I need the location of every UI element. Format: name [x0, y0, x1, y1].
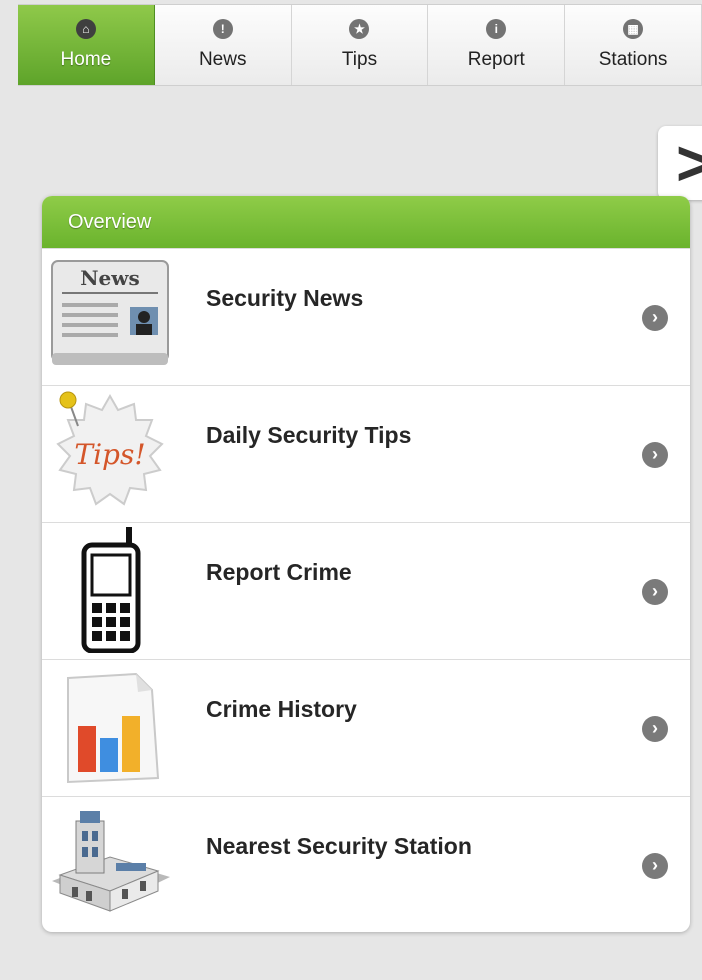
chevron-right-icon: › — [642, 305, 668, 331]
chevron-right-icon: › — [642, 853, 668, 879]
next-page-button[interactable]: > — [658, 126, 702, 200]
tab-home[interactable]: ⌂ Home — [18, 5, 155, 85]
home-icon: ⌂ — [75, 19, 96, 39]
tab-news[interactable]: ! News — [154, 5, 292, 85]
item-label: Nearest Security Station — [206, 833, 472, 859]
chevron-right-icon: › — [642, 716, 668, 742]
item-label: Daily Security Tips — [206, 422, 412, 448]
list-item-security-news[interactable]: News Security News › — [42, 248, 690, 385]
tab-label: News — [198, 49, 247, 70]
tips-badge-text: Tips! — [74, 438, 145, 471]
newspaper-icon: News — [46, 253, 174, 379]
info-icon: i — [486, 19, 507, 39]
item-label: Security News — [206, 285, 364, 311]
star-icon: ★ — [349, 19, 370, 39]
police-station-icon — [46, 801, 174, 927]
chevron-right-icon: > — [676, 127, 702, 199]
newspaper-title: News — [80, 266, 139, 290]
tab-label: Home — [60, 49, 112, 70]
overview-panel: Overview News Security News › Tips! Dail… — [42, 196, 690, 932]
top-navbar: ⌂ Home ! News ★ Tips i Report ▦ Stations — [18, 4, 702, 86]
item-label: Report Crime — [206, 559, 352, 585]
bar-chart-icon — [46, 664, 174, 790]
tab-label: Report — [467, 49, 525, 70]
chevron-right-icon: › — [642, 579, 668, 605]
tab-stations[interactable]: ▦ Stations — [565, 5, 702, 85]
overview-header: Overview — [42, 196, 690, 248]
tab-label: Tips — [341, 49, 378, 70]
item-label: Crime History — [206, 696, 357, 722]
list-item-report-crime[interactable]: Report Crime › — [42, 522, 690, 659]
grid-icon: ▦ — [623, 19, 644, 39]
alert-icon: ! — [212, 19, 233, 39]
tab-tips[interactable]: ★ Tips — [291, 5, 429, 85]
list-item-nearest-security-station[interactable]: Nearest Security Station › — [42, 796, 690, 932]
tab-label: Stations — [598, 49, 668, 70]
chevron-right-icon: › — [642, 442, 668, 468]
tips-badge-icon: Tips! — [46, 390, 174, 516]
list-item-daily-security-tips[interactable]: Tips! Daily Security Tips › — [42, 385, 690, 522]
list-item-crime-history[interactable]: Crime History › — [42, 659, 690, 796]
tab-report[interactable]: i Report — [428, 5, 566, 85]
mobile-phone-icon — [46, 527, 174, 653]
